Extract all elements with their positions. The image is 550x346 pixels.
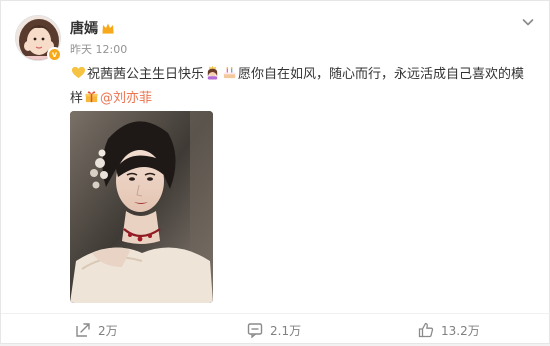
post-image[interactable] [70, 111, 213, 303]
comment-button[interactable]: 2.1万 [247, 314, 301, 346]
forward-count: 2万 [98, 323, 118, 338]
mention-link[interactable]: @刘亦菲 [100, 91, 152, 106]
action-bar: 2万 2.1万 13.2万 [1, 313, 550, 345]
thumbs-up-icon [418, 322, 434, 338]
post-text-part1: 祝茜茜公主生日快乐 [87, 67, 205, 82]
like-count: 13.2万 [441, 323, 480, 338]
verified-badge: v [47, 47, 62, 62]
crown-icon [102, 23, 114, 34]
comment-icon [247, 323, 263, 338]
forward-icon [76, 323, 90, 337]
princess-emoji [207, 65, 218, 80]
post-text: 祝茜茜公主生日快乐 愿你自在如风，随心而行，永远活成自己喜欢的模样 @刘亦菲 [70, 63, 530, 111]
username-row: 唐嫣 [70, 18, 115, 38]
weibo-post-card: v 唐嫣 昨天 12:00 祝茜茜公主生日快乐 愿你自在如风，随心而行，永远活成… [0, 0, 550, 344]
like-button[interactable]: 13.2万 [418, 314, 480, 346]
forward-button[interactable]: 2万 [75, 314, 118, 346]
post-time[interactable]: 昨天 12:00 [70, 41, 127, 57]
avatar-container[interactable]: v [15, 15, 62, 62]
comment-count: 2.1万 [270, 323, 302, 338]
chevron-down-icon[interactable] [521, 15, 535, 29]
yellow-heart-emoji [71, 66, 86, 79]
username[interactable]: 唐嫣 [70, 18, 98, 38]
gift-emoji [85, 91, 98, 103]
birthday-cake-emoji [223, 67, 236, 79]
